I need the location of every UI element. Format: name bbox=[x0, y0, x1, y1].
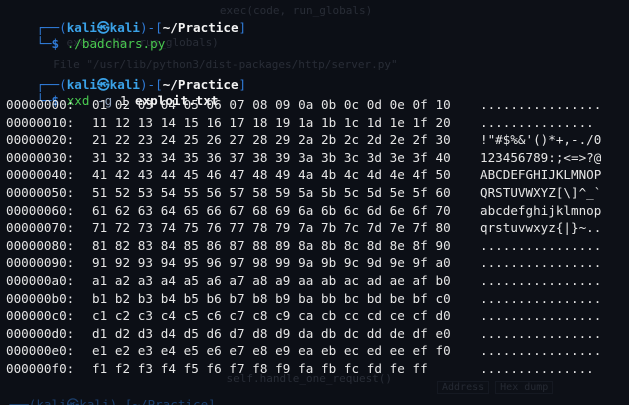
hex-ascii: ............... bbox=[480, 361, 594, 376]
hex-offset: 00000010: bbox=[6, 114, 75, 130]
hex-ascii: !"#$%&'()*+,-./0 bbox=[480, 132, 602, 148]
hex-offset: 000000d0: bbox=[6, 325, 75, 341]
next-prompt-partial: ┌──(kali㉿kali)-[~/Practice] bbox=[6, 397, 216, 405]
prompt-arrow: └─ bbox=[36, 36, 52, 51]
hex-ascii: ................ bbox=[480, 255, 602, 271]
hex-ascii: qrstuvwxyz{|}~.. bbox=[480, 220, 602, 236]
hex-bytes: c1 c2 c3 c4 c5 c6 c7 c8 c9 ca cb cc cd c… bbox=[92, 308, 451, 324]
hex-bytes: 81 82 83 84 85 86 87 88 89 8a 8b 8c 8d 8… bbox=[92, 237, 451, 253]
hex-offset: 00000020: bbox=[6, 132, 75, 148]
hex-bytes: 71 72 73 74 75 76 77 78 79 7a 7b 7c 7d 7… bbox=[92, 220, 451, 236]
hex-bytes: 01 02 03 04 05 06 07 08 09 0a 0b 0c 0d 0… bbox=[92, 97, 451, 112]
hex-offset: 00000070: bbox=[6, 220, 75, 236]
hex-offset: 000000c0: bbox=[6, 308, 75, 324]
hex-ascii: ................ bbox=[480, 343, 602, 359]
hex-bytes: a1 a2 a3 a4 a5 a6 a7 a8 a9 aa ab ac ad a… bbox=[92, 273, 451, 288]
hex-ascii: ABCDEFGHIJKLMNOP bbox=[480, 167, 602, 183]
hex-bytes: d1 d2 d3 d4 d5 d6 d7 d8 d9 da db dc dd d… bbox=[92, 325, 451, 341]
command-text: ./badchars.py bbox=[66, 36, 166, 51]
ghost-tab-hexdump: Hex dump bbox=[495, 381, 554, 394]
hex-bytes: 51 52 53 54 55 56 57 58 59 5a 5b 5c 5d 5… bbox=[92, 185, 451, 200]
hex-ascii: ................ bbox=[480, 325, 602, 341]
hex-ascii: ................ bbox=[480, 308, 602, 324]
hex-offset: 000000e0: bbox=[6, 343, 75, 359]
ghost-tabs: Address Hex dump bbox=[437, 381, 554, 394]
hex-bytes: 61 62 63 64 65 66 67 68 69 6a 6b 6c 6d 6… bbox=[92, 202, 451, 218]
hex-ascii: abcdefghijklmnop bbox=[480, 202, 602, 218]
hex-offset: 00000080: bbox=[6, 237, 75, 253]
hex-bytes: 21 22 23 24 25 26 27 28 29 2a 2b 2c 2d 2… bbox=[92, 132, 451, 148]
hex-offset: 000000a0: bbox=[6, 273, 75, 288]
hex-bytes: 41 42 43 44 45 46 47 48 49 4a 4b 4c 4d 4… bbox=[92, 167, 451, 183]
hex-bytes: f1 f2 f3 f4 f5 f6 f7 f8 f9 fa fb fc fd f… bbox=[92, 361, 428, 376]
hex-ascii: 123456789:;<=>?@ bbox=[480, 149, 602, 165]
hex-offset: 00000050: bbox=[6, 185, 75, 200]
hex-offset: 00000030: bbox=[6, 149, 75, 165]
hex-ascii: ................ bbox=[480, 290, 602, 306]
hex-ascii: QRSTUVWXYZ[\]^_` bbox=[480, 185, 602, 200]
hex-bytes: 11 12 13 14 15 16 17 18 19 1a 1b 1c 1d 1… bbox=[92, 114, 451, 130]
prompt-end: ] bbox=[238, 77, 247, 92]
prompt-dollar: $ bbox=[51, 36, 60, 51]
hex-offset: 00000060: bbox=[6, 202, 75, 218]
hex-bytes: 91 92 93 94 95 96 97 98 99 9a 9b 9c 9d 9… bbox=[92, 255, 451, 271]
prompt-dir: ~/Practice bbox=[162, 20, 239, 35]
ghost-tab-address: Address bbox=[437, 381, 490, 394]
hex-offset: 00000090: bbox=[6, 255, 75, 271]
hex-ascii: ................ bbox=[480, 97, 602, 112]
hex-ascii: ................ bbox=[480, 237, 602, 253]
hex-bytes: 31 32 33 34 35 36 37 38 39 3a 3b 3c 3d 3… bbox=[92, 149, 451, 165]
hex-ascii: ................ bbox=[480, 273, 602, 288]
hex-offset: 00000000: bbox=[6, 97, 75, 112]
hex-ascii: ............... bbox=[480, 114, 602, 130]
hex-offset: 00000040: bbox=[6, 167, 75, 183]
hex-offset: 000000f0: bbox=[6, 361, 75, 376]
prompt-end: ] bbox=[238, 20, 247, 35]
hex-offset: 000000b0: bbox=[6, 290, 75, 306]
hex-bytes: b1 b2 b3 b4 b5 b6 b7 b8 b9 ba bb bc bd b… bbox=[92, 290, 451, 306]
hex-bytes: e1 e2 e3 e4 e5 e6 e7 e8 e9 ea eb ec ed e… bbox=[92, 343, 451, 359]
